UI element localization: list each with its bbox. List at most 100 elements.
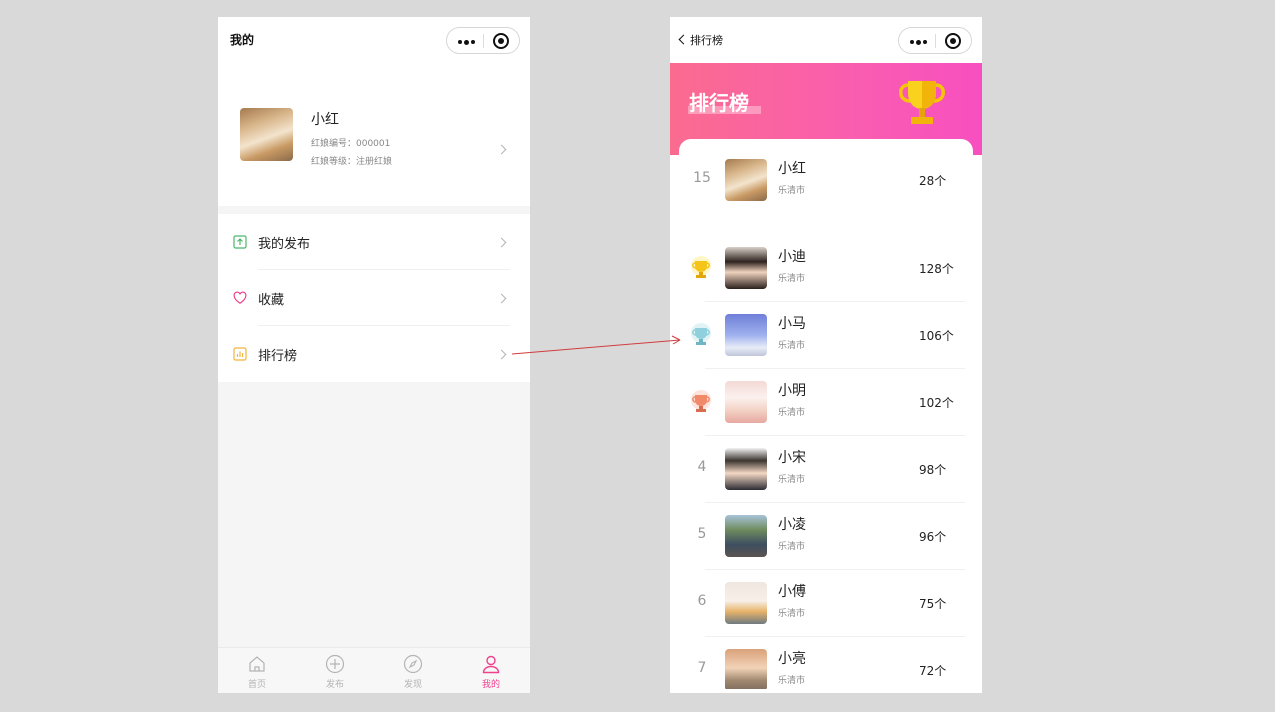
back-arrow-icon [678,34,689,45]
user-name: 小迪 [778,249,806,265]
mini-program-capsule [446,27,520,54]
tab-label: 我的 [481,680,500,690]
avatar [725,582,767,624]
match-count: 128个 [919,262,954,276]
nav-title: 我的 [230,33,255,47]
profile-avatar [240,108,293,161]
user-icon [482,655,500,674]
capsule-divider [935,34,936,48]
more-icon[interactable] [910,39,928,45]
avatar [725,247,767,289]
menu-item-favorites[interactable]: 收藏 [218,270,530,326]
chevron-right-icon [496,293,507,304]
list-item[interactable]: 4 小宋 乐清市 98个 [679,436,973,503]
match-count: 98个 [919,463,947,477]
close-target-icon[interactable] [493,33,509,49]
list-item[interactable]: 6 小傅 乐清市 75个 [679,570,973,637]
match-count: 28个 [919,174,947,188]
user-city: 乐清市 [778,676,806,686]
user-name: 小红 [778,161,806,177]
avatar [725,515,767,557]
match-count: 102个 [919,396,954,410]
back-button[interactable]: 排行榜 [678,32,723,48]
tab-label: 发现 [403,680,422,690]
tab-bar: 首页 发布 发现 我的 [218,647,530,693]
avatar [725,159,767,201]
matchmaker-level: 红娘等级：注册红娘 [311,157,393,167]
match-count: 96个 [919,530,947,544]
rank-number: 15 [693,170,711,186]
user-city: 乐清市 [778,186,806,196]
close-target-icon[interactable] [945,33,961,49]
list-item[interactable]: 7 小亮 乐清市 72个 [679,637,973,689]
leaderboard-screen: 排行榜 排行榜 15 小红 乐清市 28个 小迪 乐清市 128个 小马 乐清市… [670,17,982,693]
list-item[interactable]: 小明 乐清市 102个 [679,369,973,436]
upload-icon [233,235,247,249]
avatar [725,381,767,423]
profile-name: 小红 [311,112,339,128]
tab-home[interactable]: 首页 [218,648,296,693]
compass-icon [403,654,423,674]
my-rank-row: 15 小红 乐清市 28个 [679,147,973,214]
user-name: 小明 [778,383,806,399]
user-city: 乐清市 [778,542,806,552]
chart-icon [233,347,247,361]
list-item[interactable]: 5 小凌 乐清市 96个 [679,503,973,570]
rank-number: 7 [697,660,707,676]
user-city: 乐清市 [778,274,806,284]
chevron-right-icon [496,349,507,360]
rank-number: 5 [697,526,707,542]
nav-bar: 排行榜 [670,17,982,63]
match-count: 72个 [919,664,947,678]
rank-number: 6 [697,593,707,609]
tab-post[interactable]: 发布 [296,648,374,693]
my-page-screen: 我的 小红 红娘编号：000001 红娘等级：注册红娘 我的发布 收藏 排行榜 [218,17,530,693]
user-name: 小凌 [778,517,806,533]
home-icon [249,656,265,672]
rank-number: 4 [697,459,707,475]
user-name: 小亮 [778,651,806,667]
banner-title: 排行榜 [689,91,749,115]
match-count: 75个 [919,597,947,611]
chevron-right-icon [496,237,507,248]
menu-list: 我的发布 收藏 排行榜 [218,214,530,382]
tab-label: 首页 [247,680,266,690]
user-city: 乐清市 [778,341,806,351]
tab-label: 发布 [325,680,344,690]
my-rank-card[interactable]: 15 小红 乐清市 28个 [679,139,973,222]
user-city: 乐清市 [778,475,806,485]
bronze-medal-icon [691,390,711,412]
avatar [725,448,767,490]
user-name: 小傅 [778,584,806,600]
user-name: 小宋 [778,450,806,466]
silver-medal-icon [691,323,711,345]
capsule-divider [483,34,484,48]
mini-program-capsule [898,27,972,54]
navigation-arrow [511,335,681,355]
trophy-icon [899,81,945,124]
menu-label: 收藏 [258,293,285,308]
plus-circle-icon [325,654,345,674]
nav-title: 排行榜 [690,34,723,47]
profile-card[interactable]: 小红 红娘编号：000001 红娘等级：注册红娘 [218,63,530,206]
avatar [725,314,767,356]
heart-icon [233,291,247,304]
list-item[interactable]: 小迪 乐清市 128个 [679,235,973,302]
list-item[interactable]: 小马 乐清市 106个 [679,302,973,369]
avatar [725,649,767,689]
nav-bar: 我的 [218,17,530,63]
user-name: 小马 [778,316,806,332]
gold-medal-icon [691,256,711,278]
match-count: 106个 [919,329,954,343]
menu-label: 我的发布 [258,237,311,252]
menu-item-leaderboard[interactable]: 排行榜 [218,326,530,382]
menu-item-my-posts[interactable]: 我的发布 [218,214,530,270]
chevron-right-icon [496,144,507,155]
user-city: 乐清市 [778,609,806,619]
tab-discover[interactable]: 发现 [374,648,452,693]
more-icon[interactable] [458,39,476,45]
tab-mine[interactable]: 我的 [452,648,530,693]
menu-label: 排行榜 [258,349,298,364]
user-city: 乐清市 [778,408,806,418]
ranking-list: 小迪 乐清市 128个 小马 乐清市 106个 小明 乐清市 102个 4 小宋… [679,227,973,689]
